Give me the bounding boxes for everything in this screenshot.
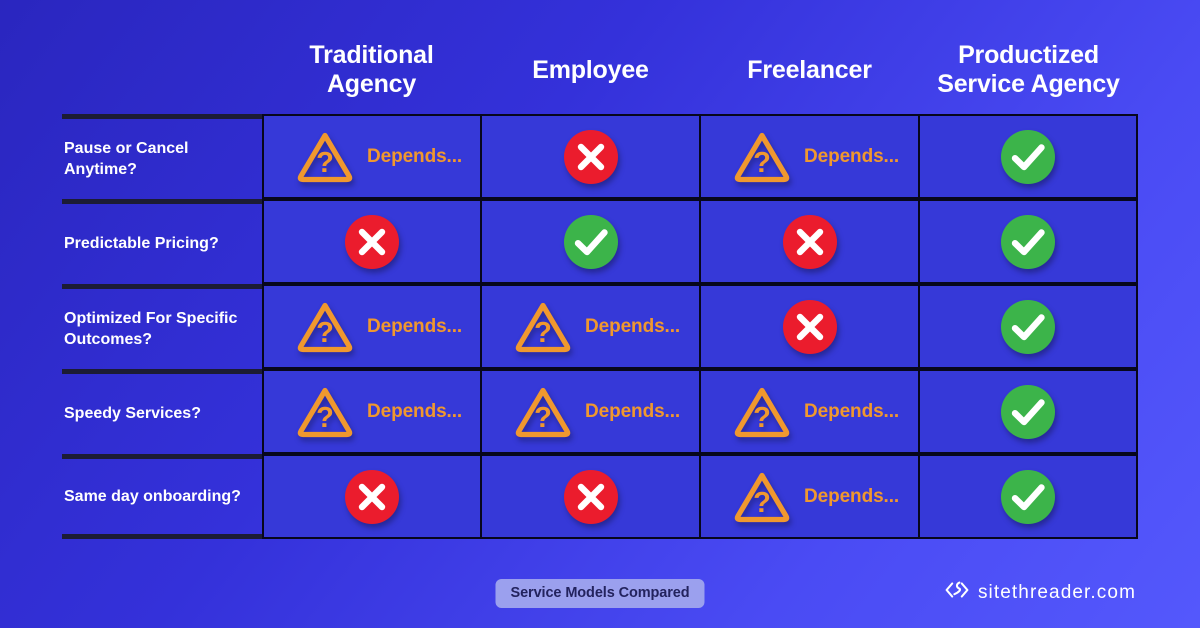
column-header: Employee <box>532 55 649 84</box>
row-label: Same day onboarding? <box>62 454 262 539</box>
row-label: Pause or Cancel Anytime? <box>62 114 262 199</box>
depends-icon: ? <box>294 128 356 186</box>
row-label: Predictable Pricing? <box>62 199 262 284</box>
yes-icon <box>999 213 1057 271</box>
depends-icon: ? <box>731 383 793 441</box>
yes-icon <box>999 383 1057 441</box>
svg-text:?: ? <box>316 402 334 434</box>
svg-text:?: ? <box>316 317 334 349</box>
depends-icon: ? <box>294 298 356 356</box>
cell-value-label: Depends... <box>367 400 463 422</box>
table-cell: ? Depends... <box>262 114 481 199</box>
no-icon <box>562 468 620 526</box>
table-cell <box>919 199 1138 284</box>
cell-value-label: Depends... <box>585 315 681 337</box>
code-brackets-icon <box>944 579 970 606</box>
yes-icon <box>999 468 1057 526</box>
yes-icon <box>999 298 1057 356</box>
column-header: Freelancer <box>747 55 872 84</box>
status-badge: Service Models Compared <box>495 579 705 608</box>
depends-icon: ? <box>294 383 356 441</box>
svg-text:?: ? <box>534 402 552 434</box>
table-cell: ? Depends... <box>700 454 919 539</box>
table-cell <box>700 199 919 284</box>
comparison-table: Traditional Agency Employee Freelancer Prod… <box>62 26 1138 539</box>
depends-icon: ? <box>731 468 793 526</box>
svg-text:?: ? <box>753 402 771 434</box>
svg-text:?: ? <box>316 147 334 179</box>
table-cell <box>481 199 700 284</box>
brand-logo: sitethreader.com <box>944 579 1136 606</box>
no-icon <box>781 298 839 356</box>
infographic-canvas: Traditional Agency Employee Freelancer Prod… <box>0 0 1200 628</box>
cell-value-label: Depends... <box>804 145 900 167</box>
no-icon <box>343 213 401 271</box>
cell-value-label: Depends... <box>804 400 900 422</box>
depends-icon: ? <box>512 298 574 356</box>
table-cell: ? Depends... <box>262 369 481 454</box>
table-corner-cell <box>62 26 262 114</box>
svg-text:?: ? <box>753 487 771 519</box>
table-cell: ? Depends... <box>481 369 700 454</box>
cell-value-label: Depends... <box>585 400 681 422</box>
svg-text:?: ? <box>534 317 552 349</box>
row-label: Speedy Services? <box>62 369 262 454</box>
no-icon <box>781 213 839 271</box>
cell-value-label: Depends... <box>367 145 463 167</box>
yes-icon <box>999 128 1057 186</box>
table-cell <box>700 284 919 369</box>
table-cell <box>919 284 1138 369</box>
table-cell <box>481 114 700 199</box>
no-icon <box>343 468 401 526</box>
depends-icon: ? <box>731 128 793 186</box>
no-icon <box>562 128 620 186</box>
cell-value-label: Depends... <box>367 315 463 337</box>
depends-icon: ? <box>512 383 574 441</box>
table-cell <box>919 454 1138 539</box>
table-cell: ? Depends... <box>262 284 481 369</box>
column-header: Traditional Agency <box>309 41 434 98</box>
column-header: Productized Service Agency <box>937 41 1120 98</box>
table-cell <box>262 199 481 284</box>
table-cell <box>919 369 1138 454</box>
brand-name: sitethreader.com <box>977 581 1136 603</box>
table-cell: ? Depends... <box>481 284 700 369</box>
table-cell: ? Depends... <box>700 114 919 199</box>
table-cell <box>262 454 481 539</box>
yes-icon <box>562 213 620 271</box>
cell-value-label: Depends... <box>804 485 900 507</box>
table-cell <box>919 114 1138 199</box>
table-cell: ? Depends... <box>700 369 919 454</box>
table-cell <box>481 454 700 539</box>
row-label: Optimized For Specific Outcomes? <box>62 284 262 369</box>
svg-text:?: ? <box>753 147 771 179</box>
